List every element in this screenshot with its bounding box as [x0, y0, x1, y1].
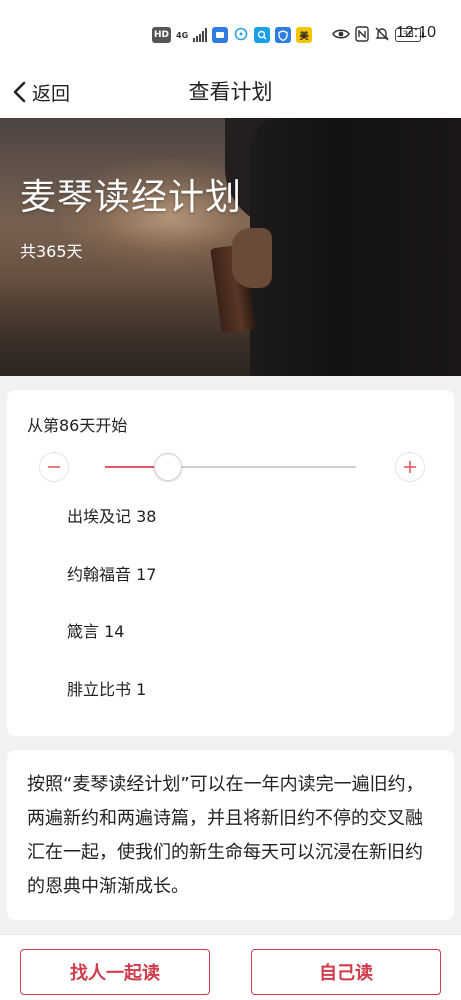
- shield-app-icon: [275, 27, 292, 43]
- 4g-signal-icon: 4G: [176, 30, 189, 40]
- reading-list: 出埃及记 38 约翰福音 17 箴言 14 腓立比书 1: [67, 502, 156, 732]
- app-notification-icon: [212, 27, 229, 43]
- chat-notification-icon: [233, 26, 249, 45]
- reading-item: 约翰福音 17: [67, 564, 157, 584]
- plan-description: 按照“麦琴读经计划”可以在一年内读完一遍旧约，两遍新约和两遍诗篇，并且将新旧约不…: [27, 774, 424, 897]
- plan-title: 麦琴读经计划: [20, 177, 243, 218]
- nfc-icon: [355, 25, 369, 45]
- reading-item: 腓立比书 1: [67, 679, 147, 699]
- hd-icon: HD: [152, 27, 172, 43]
- cellular-signal-icon: [193, 28, 208, 42]
- minus-icon: [48, 466, 60, 468]
- meituan-app-icon: 美: [296, 27, 313, 43]
- status-icons: HD 4G 美 38: [152, 24, 425, 46]
- back-label: 返回: [32, 82, 71, 105]
- mute-icon: [374, 26, 390, 45]
- day-slider[interactable]: [105, 453, 356, 481]
- status-bar: HD 4G 美 38 12:10: [0, 0, 461, 66]
- status-time: 12:10: [395, 24, 436, 41]
- start-day-card: 从第86天开始 出埃及记 38 约翰福音 17 箴言 14 腓立比书 1: [7, 390, 454, 736]
- plan-description-card: 按照“麦琴读经计划”可以在一年内读完一遍旧约，两遍新约和两遍诗篇，并且将新旧约不…: [7, 750, 454, 920]
- hero-figure: [250, 118, 461, 376]
- read-self-button[interactable]: 自己读: [251, 949, 441, 995]
- plan-duration: 共365天: [20, 242, 83, 261]
- read-together-button[interactable]: 找人一起读: [20, 949, 210, 995]
- day-slider-thumb[interactable]: [154, 453, 182, 481]
- chevron-left-icon: [13, 81, 26, 103]
- eye-icon: [332, 27, 351, 44]
- reading-item: 出埃及记 38: [67, 507, 157, 526]
- reading-item: 箴言 14: [67, 622, 125, 641]
- footer-actions: 找人一起读 自己读: [0, 934, 461, 1000]
- decrease-day-button[interactable]: [39, 452, 69, 482]
- start-day-label: 从第86天开始: [27, 416, 128, 435]
- nav-bar: 查看计划 返回: [0, 66, 461, 118]
- back-button[interactable]: 返回: [10, 74, 70, 110]
- search-app-icon: [254, 27, 271, 43]
- hero-hand: [232, 228, 272, 288]
- plus-icon: [404, 461, 416, 473]
- plan-hero-image: 麦琴读经计划 共365天: [0, 118, 461, 376]
- increase-day-button[interactable]: [395, 452, 425, 482]
